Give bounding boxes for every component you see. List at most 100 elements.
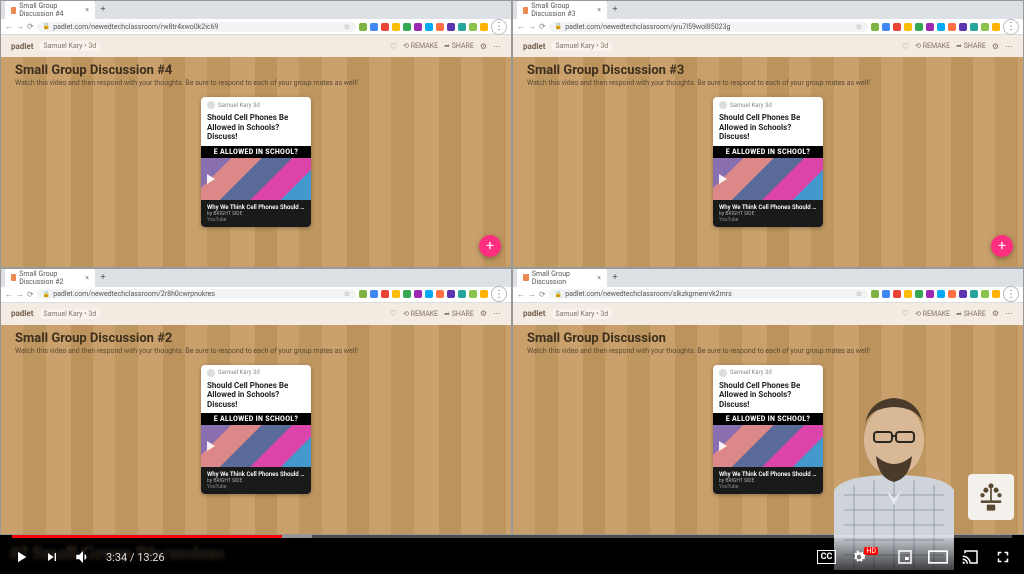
cc-button[interactable]: CC [817, 550, 837, 564]
share-button[interactable]: ➦ SHARE [444, 42, 474, 50]
new-tab-button[interactable]: + [609, 272, 621, 284]
share-button[interactable]: ➦ SHARE [444, 310, 474, 318]
extension-icon[interactable] [915, 290, 923, 298]
author-chip[interactable]: Samuel Kary • 3d [551, 309, 612, 319]
forward-button[interactable]: → [528, 22, 536, 31]
extension-icon[interactable] [959, 290, 967, 298]
padlet-logo[interactable]: padlet [11, 309, 33, 318]
volume-button[interactable] [74, 548, 92, 566]
settings-gear-icon[interactable]: ⚙ [480, 42, 487, 51]
settings-button[interactable]: HD [850, 548, 882, 566]
add-post-button[interactable]: + [991, 235, 1013, 257]
post-card[interactable]: Samuel Kary 3dShould Cell Phones Be Allo… [201, 97, 311, 227]
post-card[interactable]: Samuel Kary 3dShould Cell Phones Be Allo… [201, 365, 311, 495]
extension-icon[interactable] [359, 290, 367, 298]
close-tab-icon[interactable]: × [597, 274, 601, 282]
settings-gear-icon[interactable]: ⚙ [992, 42, 999, 51]
author-chip[interactable]: Samuel Kary • 3d [39, 309, 100, 319]
back-button[interactable]: ← [5, 290, 13, 299]
extension-icon[interactable] [381, 23, 389, 31]
address-bar[interactable]: 🔒padlet.com/newedtechclassroom/yru7l59wo… [549, 22, 868, 32]
browser-menu-button[interactable]: ⋮ [491, 286, 507, 302]
extension-icon[interactable] [447, 23, 455, 31]
browser-menu-button[interactable]: ⋮ [1003, 286, 1019, 302]
extension-icon[interactable] [381, 290, 389, 298]
more-menu-icon[interactable]: ⋯ [1005, 42, 1013, 51]
extension-icon[interactable] [458, 23, 466, 31]
video-thumbnail[interactable] [201, 425, 311, 467]
extension-icon[interactable] [392, 23, 400, 31]
board-canvas[interactable]: Small Group Discussion #2Watch this vide… [1, 325, 511, 535]
remake-button[interactable]: ⟲ REMAKE [403, 310, 438, 318]
author-chip[interactable]: Samuel Kary • 3d [551, 41, 612, 51]
remake-button[interactable]: ⟲ REMAKE [403, 42, 438, 50]
board-canvas[interactable]: Small Group Discussion #3Watch this vide… [513, 57, 1023, 267]
star-icon[interactable]: ☆ [856, 23, 862, 31]
extension-icon[interactable] [926, 23, 934, 31]
extension-icon[interactable] [937, 290, 945, 298]
extension-icon[interactable] [893, 290, 901, 298]
extension-icon[interactable] [959, 23, 967, 31]
reload-button[interactable]: ⟳ [27, 290, 34, 299]
star-icon[interactable]: ☆ [344, 23, 350, 31]
browser-menu-button[interactable]: ⋮ [1003, 19, 1019, 35]
padlet-logo[interactable]: padlet [523, 309, 545, 318]
browser-menu-button[interactable]: ⋮ [491, 19, 507, 35]
close-tab-icon[interactable]: × [85, 274, 89, 282]
extension-icon[interactable] [981, 290, 989, 298]
forward-button[interactable]: → [528, 290, 536, 299]
reload-button[interactable]: ⟳ [27, 22, 34, 31]
extension-icon[interactable] [414, 290, 422, 298]
extension-icon[interactable] [882, 23, 890, 31]
like-icon[interactable]: ♡ [390, 42, 397, 51]
address-bar[interactable]: 🔒padlet.com/newedtechclassroom/rw8tr4xwo… [37, 22, 356, 32]
extension-icon[interactable] [871, 290, 879, 298]
reload-button[interactable]: ⟳ [539, 22, 546, 31]
theater-button[interactable] [928, 550, 948, 564]
extension-icon[interactable] [882, 290, 890, 298]
extension-icon[interactable] [948, 290, 956, 298]
settings-gear-icon[interactable]: ⚙ [480, 309, 487, 318]
extension-icon[interactable] [926, 290, 934, 298]
share-button[interactable]: ➦ SHARE [956, 310, 986, 318]
next-button[interactable] [44, 549, 60, 565]
extension-icon[interactable] [447, 290, 455, 298]
extension-icon[interactable] [370, 290, 378, 298]
more-menu-icon[interactable]: ⋯ [493, 309, 501, 318]
extension-icon[interactable] [469, 290, 477, 298]
browser-tab[interactable]: Small Group Discussion #3× [517, 0, 607, 20]
address-bar[interactable]: 🔒padlet.com/newedtechclassroom/2r8h0cwrp… [37, 289, 356, 299]
share-button[interactable]: ➦ SHARE [956, 42, 986, 50]
extension-icon[interactable] [425, 23, 433, 31]
back-button[interactable]: ← [517, 290, 525, 299]
extension-icon[interactable] [392, 290, 400, 298]
extension-icon[interactable] [992, 23, 1000, 31]
star-icon[interactable]: ☆ [856, 290, 862, 298]
padlet-logo[interactable]: padlet [523, 42, 545, 51]
address-bar[interactable]: 🔒padlet.com/newedtechclassroom/slkzkgmen… [549, 289, 868, 299]
browser-tab[interactable]: Small Group Discussion #4× [5, 0, 95, 20]
extension-icon[interactable] [948, 23, 956, 31]
extension-icon[interactable] [469, 23, 477, 31]
video-thumbnail[interactable] [713, 158, 823, 200]
cast-button[interactable] [962, 548, 980, 566]
star-icon[interactable]: ☆ [344, 290, 350, 298]
back-button[interactable]: ← [517, 22, 525, 31]
add-post-button[interactable]: + [479, 235, 501, 257]
extension-icon[interactable] [414, 23, 422, 31]
remake-button[interactable]: ⟲ REMAKE [915, 42, 950, 50]
extension-icon[interactable] [436, 23, 444, 31]
remake-button[interactable]: ⟲ REMAKE [915, 310, 950, 318]
close-tab-icon[interactable]: × [597, 6, 601, 14]
new-tab-button[interactable]: + [97, 272, 109, 284]
settings-gear-icon[interactable]: ⚙ [992, 309, 999, 318]
forward-button[interactable]: → [16, 22, 24, 31]
extension-icon[interactable] [403, 23, 411, 31]
extension-icon[interactable] [904, 23, 912, 31]
extension-icon[interactable] [458, 290, 466, 298]
post-card[interactable]: Samuel Kary 3dShould Cell Phones Be Allo… [713, 365, 823, 495]
fullscreen-button[interactable] [994, 548, 1012, 566]
like-icon[interactable]: ♡ [902, 42, 909, 51]
board-canvas[interactable]: Small Group Discussion #4Watch this vide… [1, 57, 511, 267]
post-card[interactable]: Samuel Kary 3dShould Cell Phones Be Allo… [713, 97, 823, 227]
